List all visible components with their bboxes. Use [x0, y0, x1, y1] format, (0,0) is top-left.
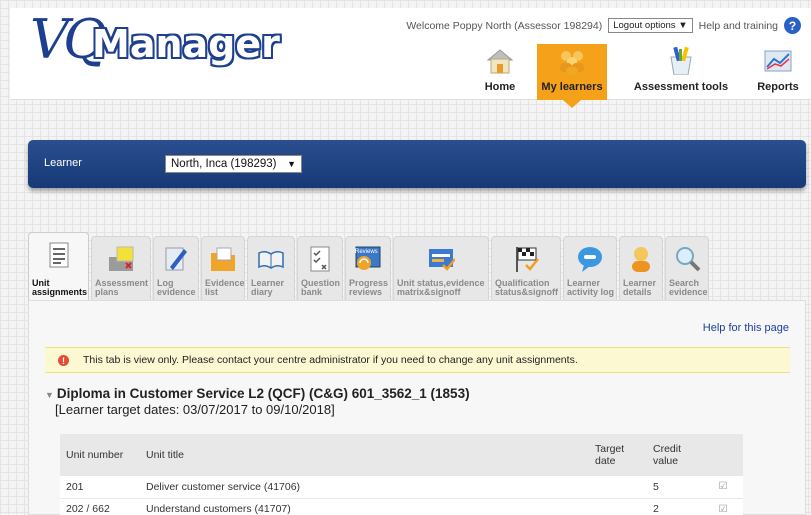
tab-learner-activity-log[interactable]: Learner activity log [563, 236, 617, 300]
col-unit-title: Unit title [140, 434, 589, 476]
tab-label: Log evidence [157, 278, 196, 297]
learner-details-icon [632, 247, 650, 272]
nav-home[interactable]: Home [470, 44, 530, 100]
reviews-badge-text: Reviews [355, 249, 378, 255]
checkmark-icon: ☑ [718, 481, 728, 493]
help-link[interactable]: Help and training [699, 20, 778, 32]
chevron-down-icon: ▼ [678, 20, 688, 31]
nav-my-learners-label: My learners [541, 81, 603, 93]
tab-label: Search evidence [669, 278, 708, 297]
logo-manager-text: Manager [92, 22, 280, 66]
logo-vq-text: VQ [30, 8, 107, 71]
assessment-tools-icon [670, 47, 692, 75]
help-icon[interactable]: ? [784, 17, 801, 34]
tab-learner-diary[interactable]: Learner diary [247, 236, 295, 300]
tab-label: Learner details [623, 278, 657, 297]
table-row: 201 Deliver customer service (41706) 5 ☑ [60, 476, 743, 499]
tab-label: Progress reviews [349, 278, 389, 297]
unit-number: 201 [60, 476, 140, 499]
tab-evidence-list[interactable]: Evidence list [201, 236, 245, 300]
learner-diary-icon [258, 250, 284, 269]
checkmark-icon: ☑ [718, 503, 728, 515]
tab-label: Assessment plans [95, 278, 149, 297]
nav-reports-label: Reports [757, 81, 799, 93]
welcome-text: Welcome Poppy North (Assessor 198294) [406, 19, 603, 32]
logout-options-label: Logout options [613, 20, 676, 31]
search-evidence-icon [676, 247, 701, 272]
tab-learner-details[interactable]: Learner details [619, 236, 663, 300]
col-credit-value: Credit value [647, 434, 703, 476]
learner-label: Learner [44, 157, 82, 169]
unit-title: Understand customers (41707) [140, 498, 589, 515]
tab-label: Evidence list [205, 278, 245, 297]
home-icon [486, 49, 514, 74]
app-header: VQ Manager Welcome Poppy North (Assessor… [10, 8, 811, 108]
tab-label: Learner diary [251, 278, 285, 297]
tab-qualification-status[interactable]: Qualification status&signoff [491, 236, 561, 300]
credit-value: 2 [647, 498, 703, 515]
tab-question-bank[interactable]: Question bank [297, 236, 343, 300]
tab-unit-assignments[interactable]: Unit assignments [28, 232, 89, 300]
question-bank-icon [310, 246, 330, 272]
tab-search-evidence[interactable]: Search evidence [665, 236, 709, 300]
activity-log-icon [578, 247, 602, 272]
qualification-title: Diploma in Customer Service L2 (QCF) (C&… [56, 386, 470, 401]
target-date [589, 498, 647, 515]
tab-label: Question bank [301, 278, 341, 297]
user-bar: Welcome Poppy North (Assessor 198294) Lo… [406, 17, 801, 34]
unit-title: Deliver customer service (41706) [140, 476, 589, 499]
help-for-this-page-link[interactable]: Help for this page [703, 322, 789, 334]
learner-tabs: Unit assignments Assessment plans Log ev… [28, 232, 711, 300]
tab-label: Learner activity log [567, 278, 615, 297]
unit-checkbox[interactable]: ☑ [703, 498, 743, 515]
nav-home-label: Home [484, 81, 516, 93]
target-date [589, 476, 647, 499]
table-row: 202 / 662 Understand customers (41707) 2… [60, 498, 743, 515]
warning-icon: ! [58, 355, 69, 366]
unit-status-icon [429, 249, 455, 271]
tab-label: Unit assignments [32, 278, 88, 297]
col-target-date: Target date [589, 434, 647, 476]
evidence-list-icon [211, 247, 235, 271]
qualification-heading[interactable]: ▼ Diploma in Customer Service L2 (QCF) (C… [45, 386, 470, 417]
unit-number: 202 / 662 [60, 498, 140, 515]
col-select [703, 434, 743, 476]
tab-progress-reviews[interactable]: Reviews Progress reviews [345, 236, 391, 300]
nav-my-learners[interactable]: My learners [537, 44, 607, 108]
log-evidence-icon [165, 247, 187, 271]
chevron-down-icon: ▼ [287, 159, 296, 169]
qualification-status-icon [516, 247, 539, 272]
learner-selector-bar: Learner North, Inca (198293) ▼ [28, 140, 806, 188]
tab-assessment-plans[interactable]: Assessment plans [91, 236, 151, 300]
logout-options-select[interactable]: Logout options ▼ [608, 18, 693, 33]
unit-assignments-panel: Help for this page ! This tab is view on… [28, 300, 806, 515]
tab-log-evidence[interactable]: Log evidence [153, 236, 199, 300]
nav-assessment-tools-label: Assessment tools [633, 81, 729, 93]
target-dates: [Learner target dates: 03/07/2017 to 09/… [55, 402, 335, 417]
tab-label: Unit status,evidence matrix&signoff [397, 278, 485, 297]
units-table: Unit number Unit title Target date Credi… [60, 434, 743, 515]
learner-select[interactable]: North, Inca (198293) ▼ [165, 155, 302, 173]
table-header-row: Unit number Unit title Target date Credi… [60, 434, 743, 476]
view-only-notice: ! This tab is view only. Please contact … [45, 347, 790, 373]
tab-unit-status[interactable]: Unit status,evidence matrix&signoff [393, 236, 489, 300]
unit-assignments-icon [49, 242, 68, 268]
nav-assessment-tools[interactable]: Assessment tools [629, 44, 733, 100]
assessment-plans-icon [109, 246, 134, 271]
learner-select-value: North, Inca (198293) [171, 158, 277, 170]
col-unit-number: Unit number [60, 434, 140, 476]
learners-icon [560, 51, 584, 75]
nav-reports[interactable]: Reports [750, 44, 806, 100]
tab-label: Qualification status&signoff [495, 278, 558, 297]
reports-icon [764, 50, 792, 72]
notice-text: This tab is view only. Please contact yo… [83, 354, 578, 366]
collapse-triangle-icon[interactable]: ▼ [45, 390, 54, 400]
credit-value: 5 [647, 476, 703, 499]
unit-checkbox[interactable]: ☑ [703, 476, 743, 499]
